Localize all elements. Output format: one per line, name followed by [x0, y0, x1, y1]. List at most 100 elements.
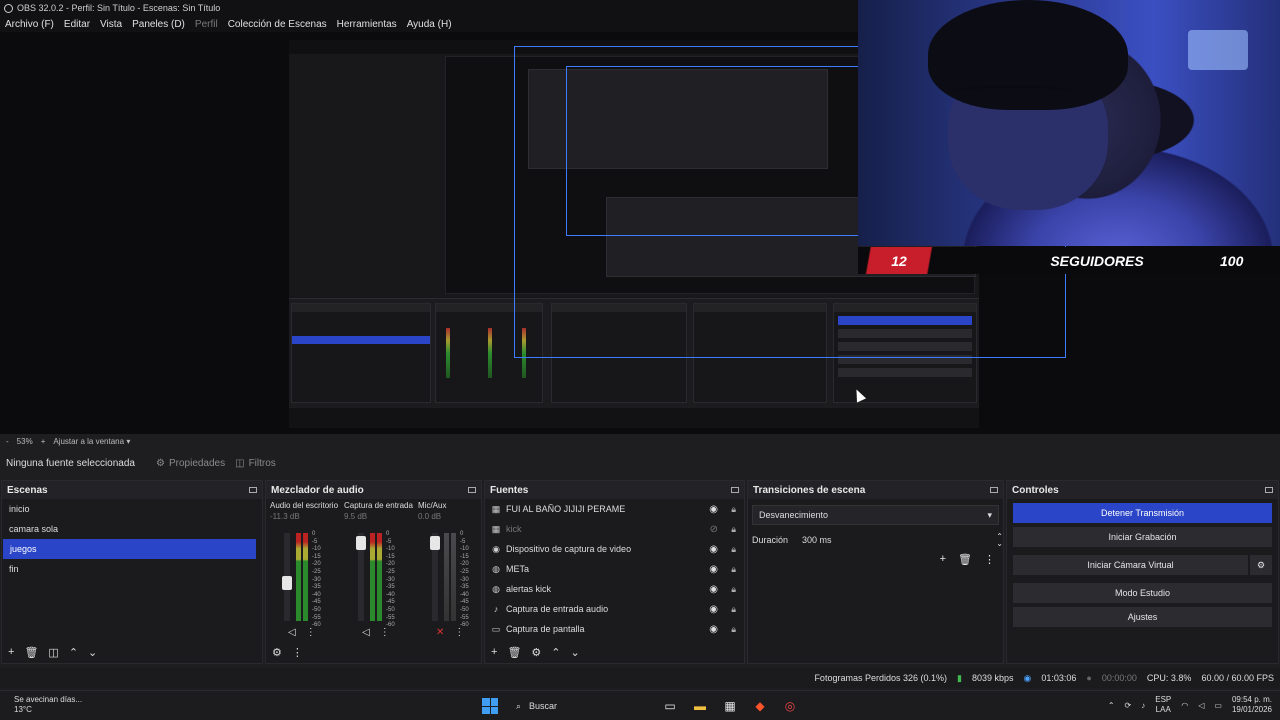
- zoom-in-button[interactable]: +: [41, 437, 46, 446]
- properties-button[interactable]: ⚙ Propiedades: [156, 458, 225, 469]
- clock[interactable]: 09:54 p. m. 19/01/2026: [1232, 695, 1272, 715]
- source-item[interactable]: ▭ Captura de pantalla ◉ 🔒︎: [485, 619, 744, 639]
- speaker-icon[interactable]: ◁: [288, 627, 296, 638]
- eye-icon[interactable]: ◉: [709, 544, 718, 555]
- followers-overlay[interactable]: 12 SEGUIDORES 100: [858, 247, 1280, 274]
- add-transition-button[interactable]: +: [940, 553, 946, 566]
- lock-icon[interactable]: 🔒︎: [731, 544, 736, 555]
- nested-taskbar: [289, 408, 979, 428]
- lock-icon[interactable]: 🔒︎: [731, 584, 736, 595]
- transition-select[interactable]: Desvanecimiento ▾: [752, 505, 999, 525]
- start-recording-button[interactable]: Iniciar Grabación: [1013, 527, 1272, 547]
- speaker-icon[interactable]: ◁: [362, 627, 370, 638]
- scene-item[interactable]: camara sola: [2, 519, 262, 539]
- menu-vista[interactable]: Vista: [100, 19, 122, 30]
- remove-source-button[interactable]: 🗑: [507, 646, 521, 659]
- slider-knob[interactable]: [356, 536, 366, 550]
- undock-icon[interactable]: [249, 487, 257, 493]
- start-virtual-camera-button[interactable]: Iniciar Cámara Virtual: [1013, 555, 1248, 575]
- remove-scene-button[interactable]: 🗑: [24, 646, 38, 659]
- menu-coleccion-escenas[interactable]: Colección de Escenas: [228, 19, 327, 30]
- tray-chevron-icon[interactable]: ⌃: [1108, 701, 1115, 710]
- source-item[interactable]: ◍ METa ◉ 🔒︎: [485, 559, 744, 579]
- channel-menu-icon[interactable]: ⋮: [454, 627, 464, 638]
- move-up-button[interactable]: ⌃: [551, 646, 560, 659]
- volume-slider[interactable]: [282, 533, 292, 621]
- volume-icon[interactable]: ◁: [1198, 701, 1204, 710]
- scene-item[interactable]: inicio: [2, 499, 262, 519]
- add-scene-button[interactable]: +: [8, 646, 14, 658]
- eye-icon[interactable]: ◉: [709, 564, 718, 575]
- source-item[interactable]: ▦ FUI AL BAÑO JIJIJI PERAME ◉ 🔒︎: [485, 499, 744, 519]
- settings-button[interactable]: Ajustes: [1013, 607, 1272, 627]
- store-icon[interactable]: ▦: [720, 696, 740, 716]
- undock-icon[interactable]: [468, 487, 476, 493]
- source-item[interactable]: ▦ kick ⊘ 🔒︎: [485, 519, 744, 539]
- menu-perfil[interactable]: Perfil: [195, 19, 218, 30]
- source-settings-button[interactable]: ⚙: [531, 646, 541, 659]
- undock-icon[interactable]: [731, 487, 739, 493]
- task-view-icon[interactable]: ▭: [660, 696, 680, 716]
- volume-slider[interactable]: [430, 533, 440, 621]
- source-item[interactable]: ◉ Dispositivo de captura de video ◉ 🔒︎: [485, 539, 744, 559]
- scene-filters-button[interactable]: ◫: [48, 646, 58, 659]
- remove-transition-button[interactable]: 🗑: [958, 553, 972, 566]
- channel-menu-icon[interactable]: ⋮: [306, 627, 316, 638]
- microphone-icon[interactable]: ♪: [1141, 701, 1145, 710]
- eye-off-icon[interactable]: ⊘: [710, 524, 718, 535]
- undock-icon[interactable]: [990, 487, 998, 493]
- eye-icon[interactable]: ◉: [709, 504, 718, 515]
- slider-knob[interactable]: [430, 536, 440, 550]
- duration-input[interactable]: 300 ms: [798, 531, 986, 549]
- language-indicator[interactable]: ESP LAA: [1155, 695, 1171, 715]
- scene-item[interactable]: juegos: [3, 539, 256, 559]
- add-source-button[interactable]: +: [491, 646, 497, 658]
- webcam-feed[interactable]: [858, 0, 1280, 246]
- lock-icon[interactable]: 🔒︎: [731, 624, 736, 635]
- mixer-menu-icon[interactable]: ⋮: [292, 646, 303, 659]
- source-item[interactable]: ♪ Captura de entrada audio ◉ 🔒︎: [485, 599, 744, 619]
- studio-mode-button[interactable]: Modo Estudio: [1013, 583, 1272, 603]
- zoom-fit-select[interactable]: Ajustar a la ventana ▾: [53, 437, 130, 446]
- advanced-audio-icon[interactable]: ⚙: [272, 646, 282, 659]
- muted-speaker-icon[interactable]: ✕: [436, 627, 444, 638]
- menu-ayuda[interactable]: Ayuda (H): [407, 19, 452, 30]
- menu-archivo[interactable]: Archivo (F): [5, 19, 54, 30]
- brave-icon[interactable]: ◆: [750, 696, 770, 716]
- duration-spin-icon[interactable]: ⌃ ⌄: [996, 533, 1003, 548]
- file-explorer-icon[interactable]: ▬: [690, 696, 710, 716]
- search-label: Buscar: [529, 701, 558, 711]
- volume-slider[interactable]: [356, 533, 366, 621]
- eye-icon[interactable]: ◉: [709, 604, 718, 615]
- menu-editar[interactable]: Editar: [64, 19, 90, 30]
- move-down-button[interactable]: ⌄: [571, 646, 580, 659]
- lock-icon[interactable]: 🔒︎: [731, 604, 736, 615]
- undock-icon[interactable]: [1265, 487, 1273, 493]
- scene-item[interactable]: fin: [2, 559, 262, 579]
- lock-icon[interactable]: 🔒︎: [731, 524, 736, 535]
- filters-button[interactable]: ◫ Filtros: [235, 458, 276, 469]
- weather-widget[interactable]: Se avecinan días... 13°C: [14, 695, 82, 715]
- virtual-camera-settings-icon[interactable]: ⚙: [1250, 555, 1272, 575]
- start-button[interactable]: [480, 696, 500, 716]
- move-up-button[interactable]: ⌃: [69, 646, 78, 659]
- lock-icon[interactable]: 🔒︎: [731, 504, 736, 515]
- eye-icon[interactable]: ◉: [709, 624, 718, 635]
- battery-icon[interactable]: ▭: [1214, 701, 1222, 710]
- menu-herramientas[interactable]: Herramientas: [337, 19, 397, 30]
- slider-knob[interactable]: [282, 576, 292, 590]
- zoom-out-button[interactable]: -: [6, 437, 9, 446]
- move-down-button[interactable]: ⌄: [88, 646, 97, 659]
- menu-paneles[interactable]: Paneles (D): [132, 19, 185, 30]
- taskbar-search[interactable]: ⌕ Buscar: [510, 695, 650, 717]
- transition-menu-icon[interactable]: ⋮: [984, 553, 995, 566]
- wifi-icon[interactable]: ◠: [1181, 701, 1188, 710]
- channel-menu-icon[interactable]: ⋮: [380, 627, 390, 638]
- eye-icon[interactable]: ◉: [709, 584, 718, 595]
- lock-icon[interactable]: 🔒︎: [731, 564, 736, 575]
- obs-taskbar-icon[interactable]: ◎: [780, 696, 800, 716]
- selection-box-inner[interactable]: [566, 66, 866, 236]
- source-item[interactable]: ◍ alertas kick ◉ 🔒︎: [485, 579, 744, 599]
- stop-stream-button[interactable]: Detener Transmisión: [1013, 503, 1272, 523]
- sync-icon[interactable]: ⟳: [1125, 701, 1132, 710]
